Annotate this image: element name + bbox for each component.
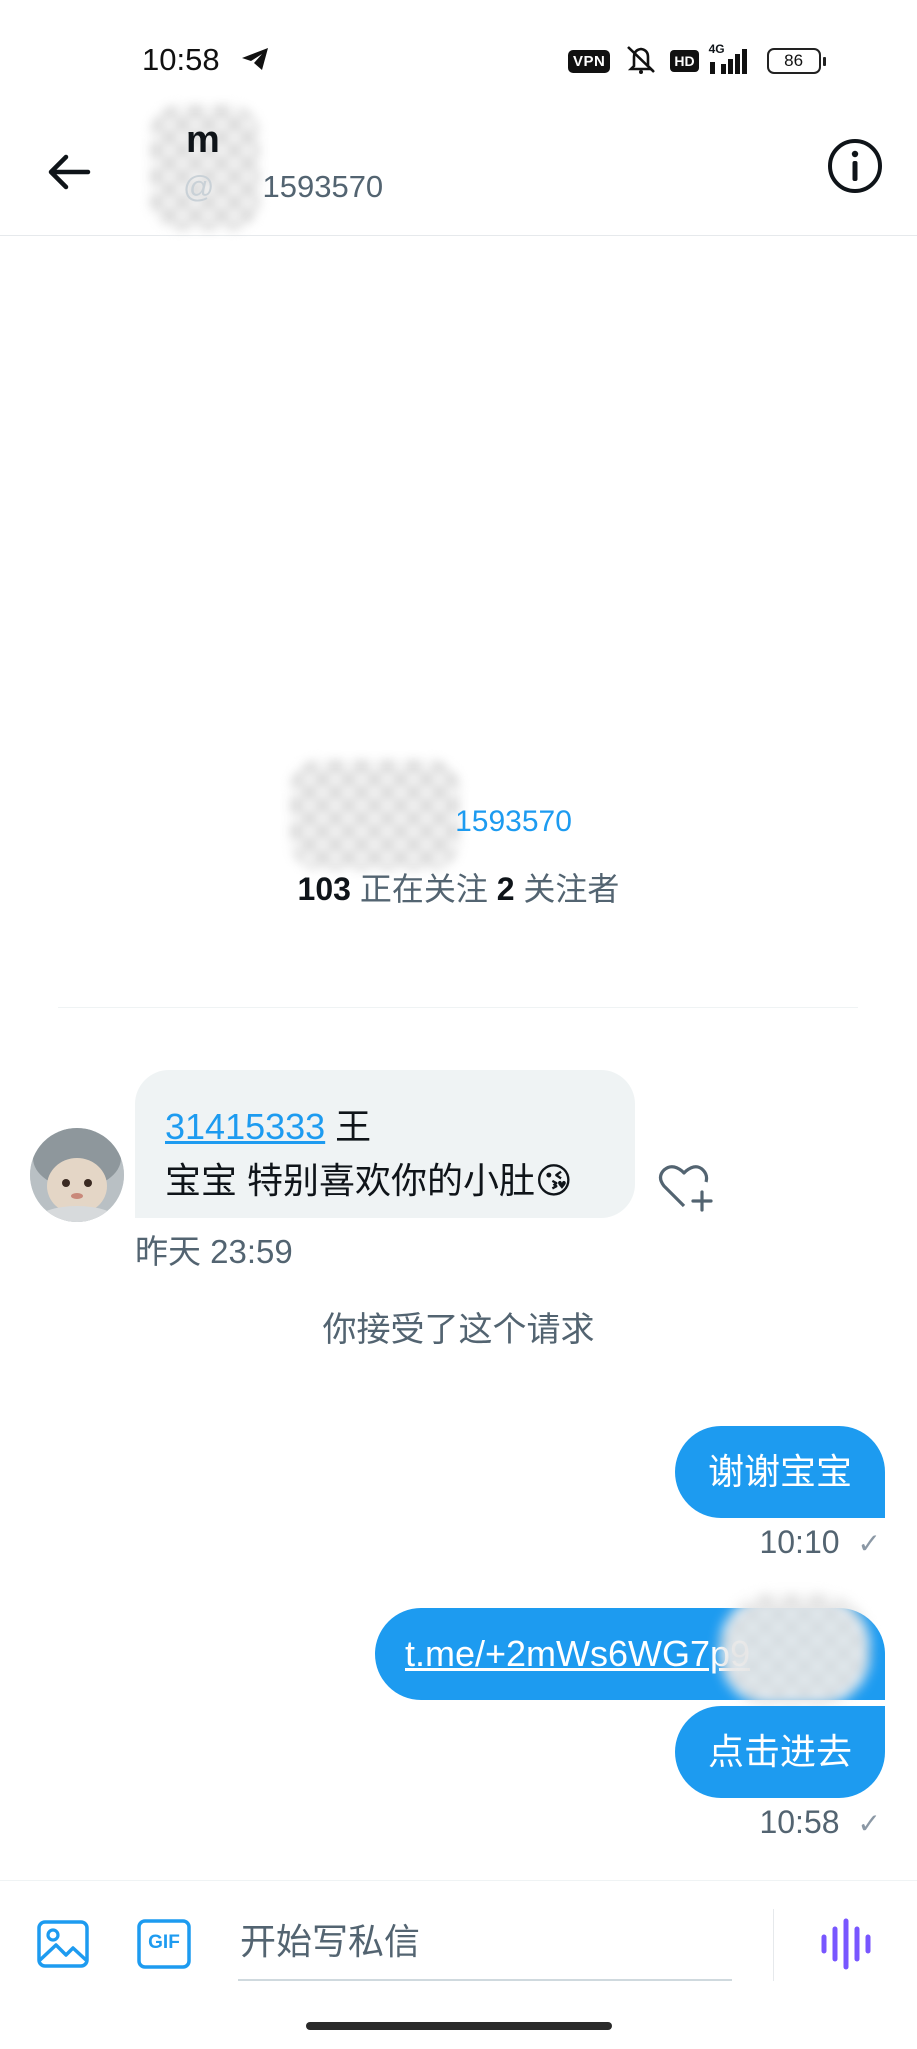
arrow-left-icon [48,154,91,190]
incoming-text-after-link: 王 [325,1106,372,1147]
incoming-message-bubble[interactable]: 31415333 王 宝宝 特别喜欢你的小肚😘 [135,1070,635,1218]
conversation-handle: @1593570 [183,169,384,204]
conversation-header: m @1593570 [0,95,917,236]
follow-stats: 103 正在关注 2 关注者 [0,864,917,910]
info-button[interactable] [826,137,884,195]
followers-label[interactable]: 关注者 [523,871,619,907]
incoming-message-line1: 31415333 王 [165,1098,371,1150]
sent-check-icon: ✓ [857,1528,881,1559]
heart-plus-icon [658,1165,713,1212]
incoming-link[interactable]: 31415333 [165,1106,325,1147]
avatar[interactable] [30,1128,124,1222]
followers-count: 2 [496,871,515,907]
voice-message-button[interactable] [820,1917,872,1971]
outgoing-timestamp: 10:10 ✓ [759,1524,881,1561]
avatar-image [30,1128,124,1222]
voice-wave-icon [821,1918,871,1970]
react-button[interactable] [656,1160,716,1216]
status-time: 10:58 [142,42,220,77]
home-indicator[interactable] [306,2022,612,2030]
profile-handle-link[interactable]: 1593570 [0,805,917,839]
info-circle-icon [828,139,882,193]
outgoing-time-text: 10:10 [759,1524,840,1560]
message-composer: GIF [0,1880,917,2049]
composer-divider [773,1909,774,1981]
redaction-blur [720,1595,870,1705]
following-count: 103 [297,871,351,907]
gif-label: GIF [148,1932,180,1953]
incoming-message-line2: 宝宝 特别喜欢你的小肚😘 [165,1160,573,1201]
vpn-badge: VPN [568,49,611,73]
outgoing-timestamp: 10:58 ✓ [759,1804,881,1841]
outgoing-message-bubble[interactable]: 点击进去 [674,1706,885,1798]
battery-indicator: 86 [766,48,826,74]
gif-button[interactable]: GIF [136,1917,192,1971]
outgoing-message-bubble[interactable]: 谢谢宝宝 [674,1426,885,1518]
hd-badge: HD [670,50,699,72]
mute-bell-icon [624,44,658,79]
status-icons: VPN HD 4G 86 [568,42,826,79]
image-button[interactable] [36,1917,90,1971]
divider [58,1007,858,1008]
message-input[interactable] [238,1905,732,1981]
incoming-timestamp: 昨天 23:59 [135,1233,293,1270]
telegram-icon [240,46,270,77]
profile-handle-text: 1593570 [455,805,572,838]
request-accepted-note: 你接受了这个请求 [322,1311,595,1349]
network-type: 4G [708,42,725,56]
signal-icon: 4G [707,42,749,76]
outgoing-time-text: 10:58 [759,1804,840,1840]
conversation-name: m [186,119,220,161]
image-icon [37,1920,89,1968]
back-button[interactable] [44,147,94,197]
following-label[interactable]: 正在关注 [360,871,488,907]
sent-check-icon: ✓ [857,1808,881,1839]
conversation-handle-text: 1593570 [262,169,384,204]
